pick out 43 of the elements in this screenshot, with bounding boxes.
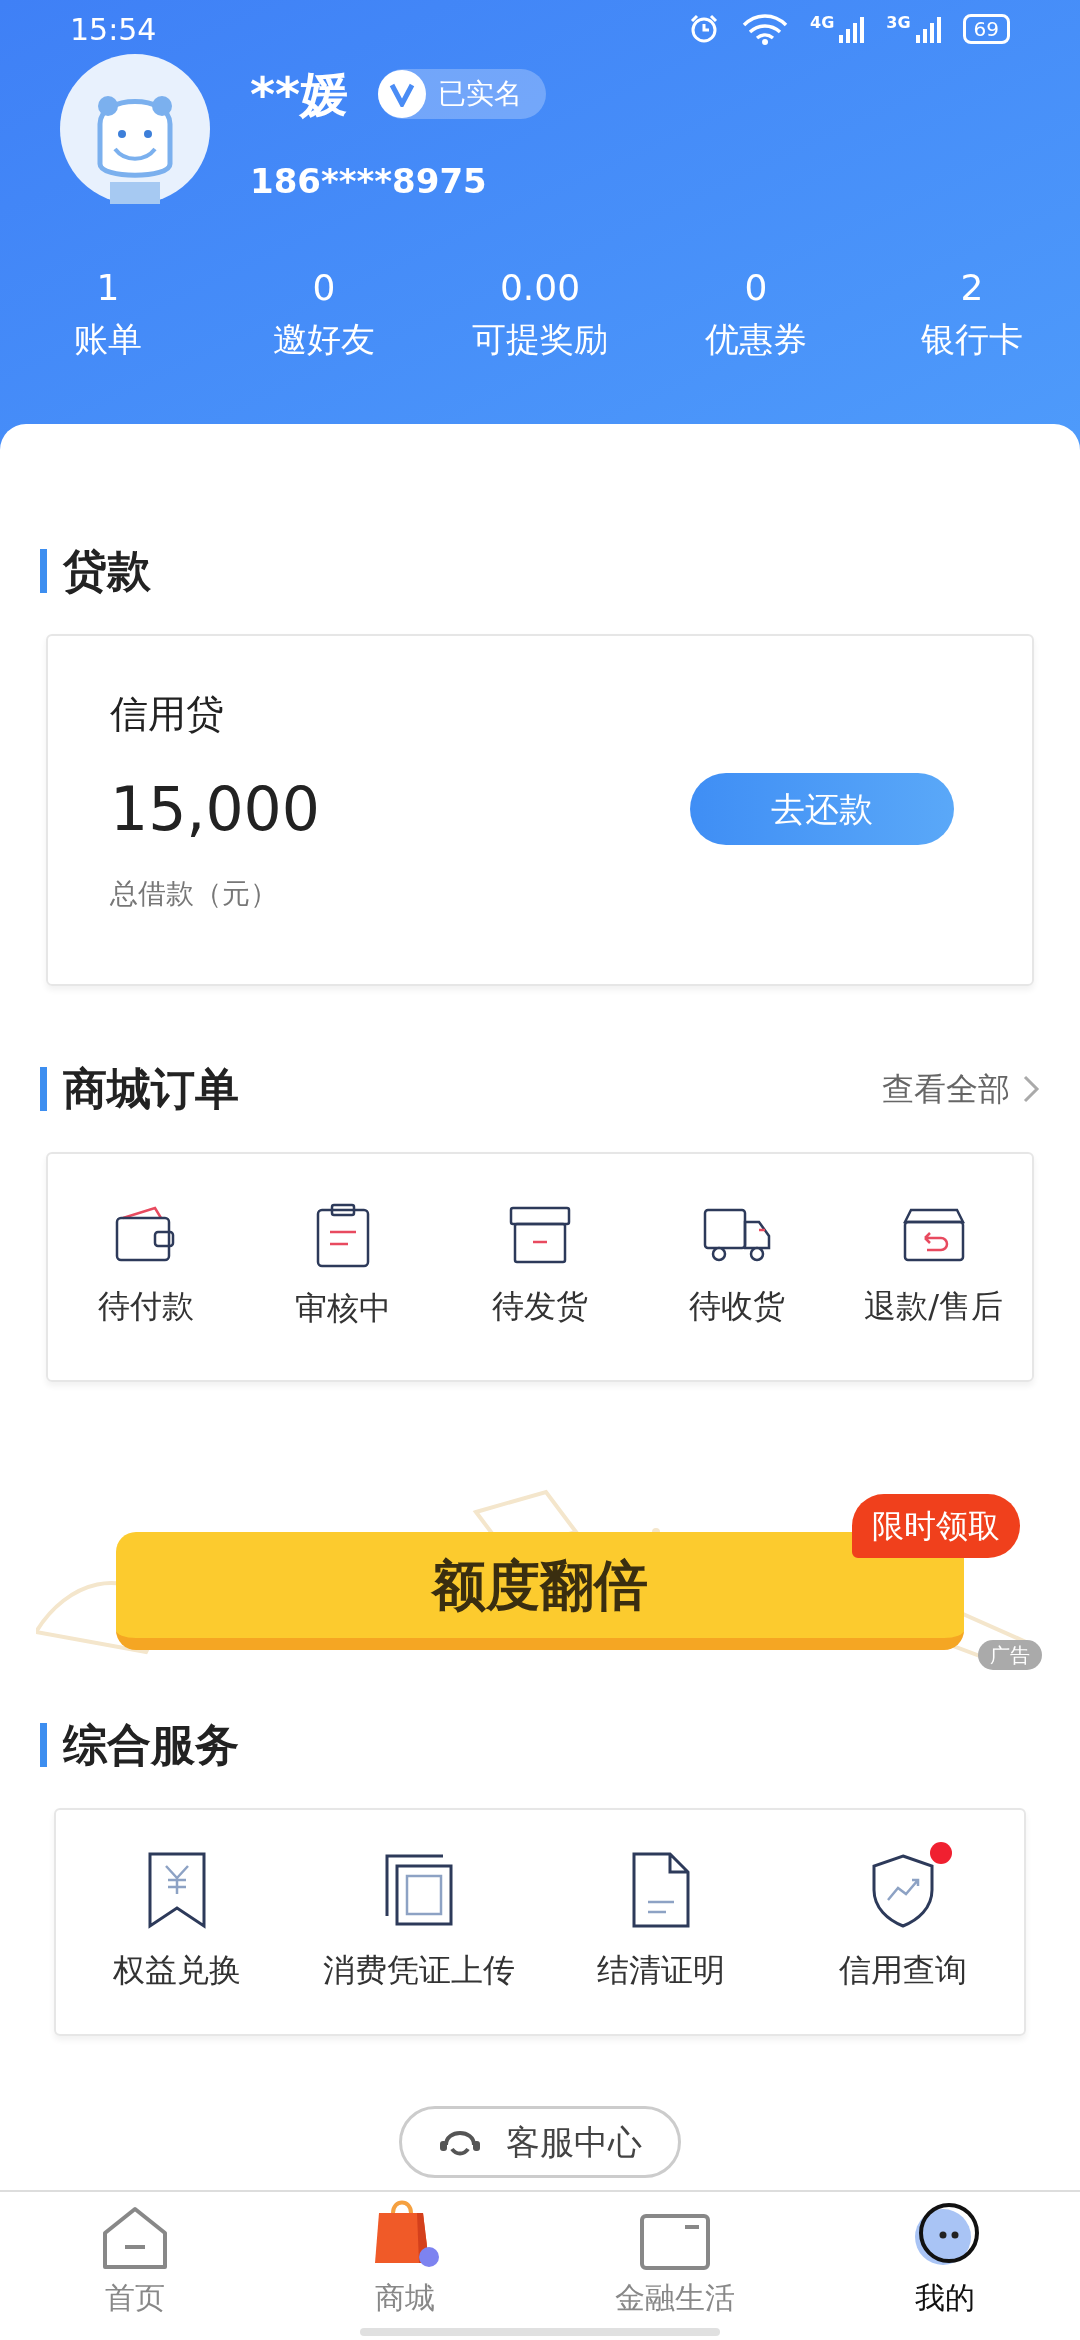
accent-bar (40, 1067, 47, 1111)
service-item[interactable]: 信用查询 (839, 1946, 967, 1994)
order-status-item[interactable]: 待付款 (98, 1282, 195, 1330)
promo-tag: 限时领取 (852, 1494, 1020, 1558)
nav-tab[interactable]: 我的 (810, 2192, 1080, 2340)
accent-bar (40, 549, 47, 593)
banner-text: 额度翻倍 (432, 1552, 648, 1619)
verified-label: 已实名 (438, 76, 523, 112)
section-title: 贷款 (63, 544, 151, 598)
phone-number: 186****8975 (250, 160, 488, 203)
signal-icon (838, 15, 867, 43)
ad-label: 广告 (978, 1640, 1042, 1670)
order-status-item[interactable]: 待收货 (688, 1282, 785, 1330)
section-title: 商城订单 (63, 1062, 239, 1116)
user-name: **媛 (250, 65, 349, 124)
nav-tab[interactable]: 商城 (270, 2192, 540, 2340)
order-status-item[interactable]: 审核中 (295, 1284, 392, 1332)
service-item[interactable]: 权益兑换 (113, 1946, 241, 1994)
order-status-item[interactable]: 退款/售后 (864, 1282, 1003, 1330)
loan-amount: 15,000 (110, 779, 320, 839)
card-icon (639, 2213, 711, 2271)
home-icon (101, 2205, 169, 2271)
network-label: 4G (810, 15, 835, 31)
service-item[interactable]: 消费凭证上传 (323, 1946, 515, 1994)
nav-tab[interactable]: 金融生活 (540, 2192, 810, 2340)
v-check-icon (389, 81, 416, 107)
nav-tab[interactable]: 首页 (0, 2192, 270, 2340)
network-label: 3G (886, 15, 911, 31)
status-time: 15:54 (70, 10, 157, 49)
wifi-icon (740, 13, 790, 45)
battery-indicator: 69 (962, 14, 1010, 44)
service-item[interactable]: 结清证明 (597, 1946, 725, 1994)
section-title: 综合服务 (63, 1718, 239, 1772)
product-name: 信用贷 (110, 691, 225, 738)
chevron-right-icon (1022, 1074, 1040, 1104)
accent-bar (40, 1723, 47, 1767)
customer-service-button[interactable]: 客服中心 (399, 2106, 681, 2178)
amount-caption: 总借款（元） (110, 876, 279, 912)
alarm-icon (688, 13, 720, 45)
view-all-link[interactable]: 查看全部 (882, 1065, 1040, 1113)
signal-icon (914, 15, 943, 43)
order-status-item[interactable]: 待发货 (492, 1282, 588, 1330)
promo-banner[interactable]: 额度翻倍 限时领取 广告 (36, 1452, 1044, 1672)
